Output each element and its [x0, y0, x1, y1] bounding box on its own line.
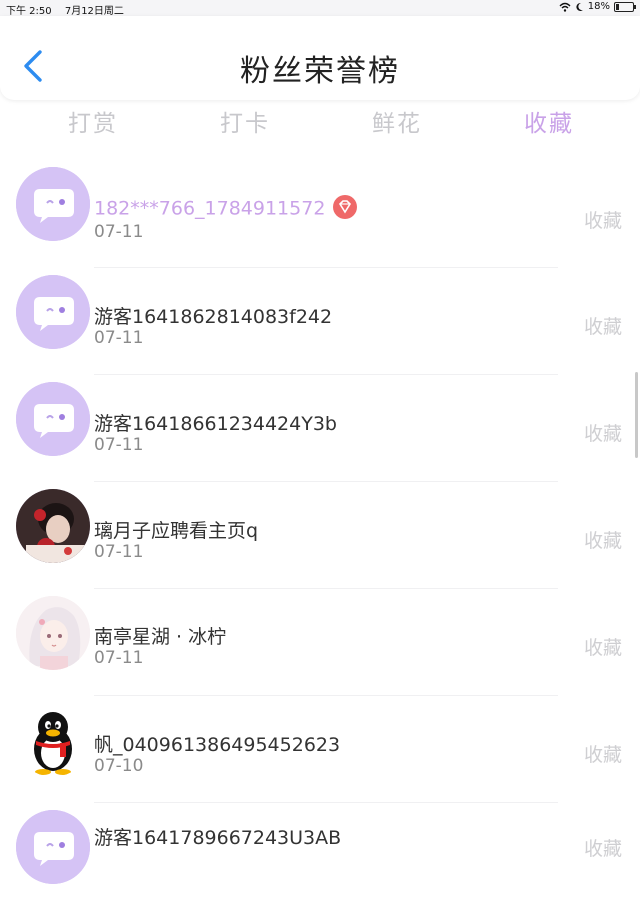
chat-bubble-avatar — [16, 275, 90, 349]
chat-bubble-avatar — [16, 382, 90, 456]
favorite-label: 收藏 — [583, 423, 622, 445]
favorite-label: 收藏 — [583, 838, 622, 860]
tab-checkin[interactable]: 打卡 — [220, 104, 270, 138]
tab-favorites[interactable]: 收藏 — [524, 104, 574, 138]
tab-reward[interactable]: 打赏 — [68, 104, 118, 138]
divider — [94, 588, 558, 589]
row-date: 07-11 — [94, 435, 144, 455]
row-name: 游客1641862814083f242 — [94, 306, 333, 328]
list-item[interactable]: 182***766_1784911572 07-11 收藏 — [0, 164, 640, 271]
divider — [94, 695, 558, 696]
divider — [94, 374, 558, 375]
row-date: 07-10 — [94, 756, 144, 776]
favorite-label: 收藏 — [583, 530, 622, 552]
list-item[interactable]: 璃月子应聘看主页q 07-11 收藏 — [0, 481, 640, 588]
favorite-label: 收藏 — [583, 316, 622, 338]
divider — [94, 802, 558, 803]
anime-girl-avatar — [16, 596, 90, 670]
scrollbar[interactable] — [635, 372, 638, 458]
chat-bubble-avatar — [16, 167, 90, 241]
row-name: 游客16418661234424Y3b — [94, 413, 337, 435]
chat-bubble-avatar — [16, 810, 90, 884]
row-name: 182***766_1784911572 — [94, 195, 358, 221]
favorite-label: 收藏 — [583, 210, 622, 232]
favorite-label: 收藏 — [583, 744, 622, 766]
tab-flowers[interactable]: 鲜花 — [372, 104, 422, 138]
photo-avatar — [16, 489, 90, 563]
list-item[interactable]: 南亭星湖 · 冰柠 07-11 收藏 — [0, 588, 640, 695]
divider — [94, 267, 558, 268]
list-item[interactable]: 游客16418661234424Y3b 07-11 收藏 — [0, 374, 640, 481]
list-item[interactable]: 帆_040961386495452623 07-10 收藏 — [0, 695, 640, 802]
list-item[interactable]: 游客1641862814083f242 07-11 收藏 — [0, 267, 640, 374]
nav-header: 粉丝荣誉榜 — [0, 16, 640, 100]
row-name: 南亭星湖 · 冰柠 — [94, 626, 227, 648]
battery-percent: 18% — [587, 1, 610, 12]
divider — [94, 481, 558, 482]
battery-icon — [614, 1, 636, 12]
row-name: 帆_040961386495452623 — [94, 734, 341, 756]
qq-penguin-avatar — [16, 703, 90, 777]
favorite-label: 收藏 — [583, 637, 622, 659]
page-title: 粉丝荣誉榜 — [240, 54, 400, 89]
list-item[interactable]: 游客1641789667243U3AB 收藏 — [0, 802, 640, 909]
row-date: 07-11 — [94, 648, 144, 668]
row-name: 游客1641789667243U3AB — [94, 827, 342, 849]
row-name: 璃月子应聘看主页q — [94, 520, 259, 542]
status-bar: 下午 2:50 7月12日周二 18% — [0, 0, 640, 17]
row-date: 07-11 — [94, 542, 144, 562]
row-date: 07-11 — [94, 328, 144, 348]
tab-bar: 打赏 打卡 鲜花 收藏 — [0, 100, 640, 144]
wifi-icon — [559, 2, 571, 12]
diamond-icon — [333, 195, 358, 219]
row-date: 07-11 — [94, 222, 144, 242]
moon-icon — [576, 2, 583, 11]
